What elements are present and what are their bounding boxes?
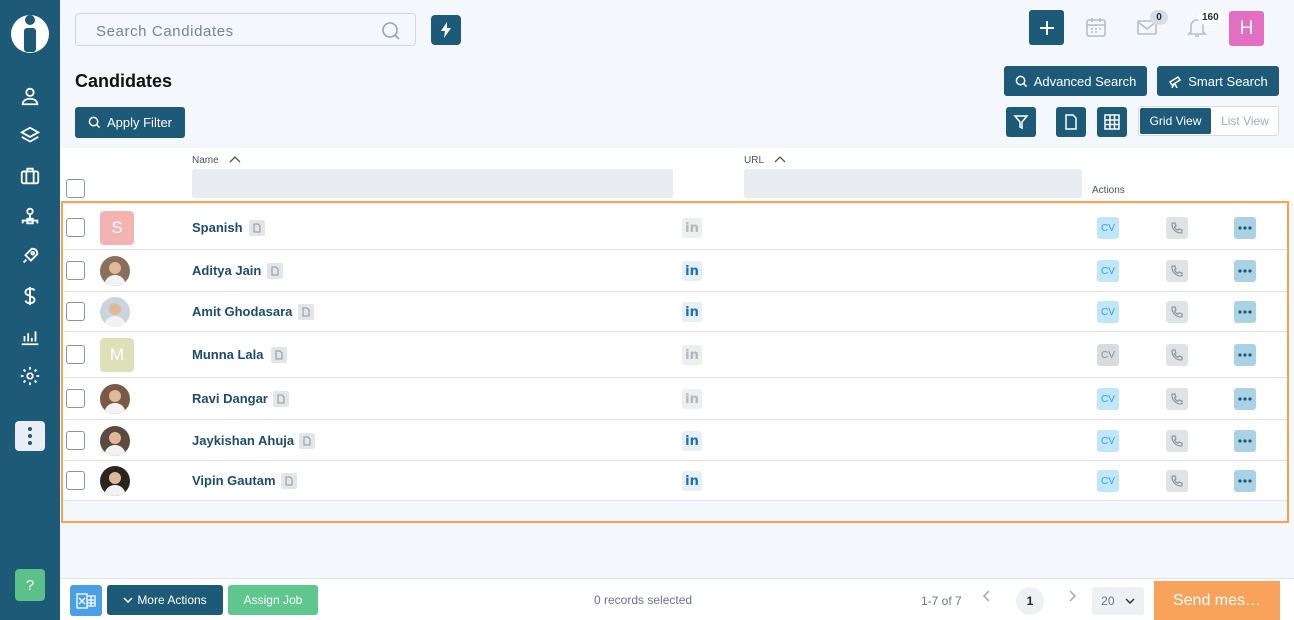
plus-icon: [1039, 20, 1054, 35]
select-all-checkbox[interactable]: [66, 179, 85, 198]
user-avatar[interactable]: H: [1229, 11, 1264, 46]
excel-icon: [76, 592, 96, 609]
more-actions-button[interactable]: More Actions: [107, 585, 223, 615]
telescope-icon: [1169, 75, 1182, 88]
column-name-label: Name: [192, 155, 219, 166]
document-icon: [1065, 114, 1077, 130]
add-button[interactable]: [1029, 10, 1064, 45]
sidebar: ?: [0, 0, 60, 620]
column-name-header[interactable]: Name: [192, 155, 241, 166]
column-url-label: URL: [744, 155, 764, 166]
sort-up-icon: [230, 156, 241, 163]
current-page[interactable]: 1: [1016, 587, 1044, 615]
per-page-select[interactable]: 20: [1092, 587, 1144, 615]
advanced-search-button[interactable]: Advanced Search: [1004, 66, 1147, 96]
smart-search-button[interactable]: Smart Search: [1157, 66, 1279, 96]
calendar-icon[interactable]: [1085, 16, 1109, 40]
column-actions-header: Actions: [1092, 185, 1125, 196]
previous-page-button[interactable]: [982, 589, 990, 607]
rocket-icon[interactable]: [15, 241, 45, 271]
chevron-right-icon: [1069, 590, 1077, 602]
records-selected-text: 0 records selected: [594, 593, 693, 607]
quick-action-button[interactable]: [431, 15, 461, 45]
column-url-header[interactable]: URL: [744, 155, 786, 166]
chevron-down-icon: [123, 597, 133, 603]
name-filter-input[interactable]: [192, 169, 673, 198]
sort-up-icon: [774, 156, 786, 163]
footer-bar: More Actions Assign Job 0 records select…: [60, 578, 1294, 620]
grid-view-button[interactable]: Grid View: [1140, 108, 1211, 134]
search-input[interactable]: Search Candidates: [75, 13, 416, 46]
analytics-icon[interactable]: [15, 321, 45, 351]
page-title: Candidates: [75, 71, 173, 91]
assign-job-button[interactable]: Assign Job: [228, 585, 318, 615]
mail-badge: 0: [1150, 10, 1168, 25]
next-page-button[interactable]: [1069, 589, 1077, 607]
briefcase-icon[interactable]: [15, 161, 45, 191]
url-filter-input[interactable]: [744, 169, 1082, 198]
search-icon: [88, 116, 101, 129]
filter-button[interactable]: [1006, 107, 1036, 137]
more-vertical-icon[interactable]: [15, 421, 45, 451]
table-header: Name URL Actions: [60, 148, 1294, 203]
funnel-icon: [1013, 115, 1029, 130]
advanced-search-label: Advanced Search: [1033, 73, 1137, 89]
list-view-button[interactable]: List View: [1212, 107, 1278, 135]
chevron-left-icon: [982, 590, 990, 602]
layers-icon[interactable]: [15, 121, 45, 151]
search-icon: [382, 22, 400, 40]
dollar-icon[interactable]: [15, 281, 45, 311]
table-icon: [1104, 114, 1120, 130]
view-toggle: Grid View List View: [1138, 106, 1279, 136]
document-button[interactable]: [1056, 107, 1086, 137]
search-icon: [1015, 75, 1027, 87]
export-excel-button[interactable]: [70, 585, 102, 616]
help-button[interactable]: ?: [15, 569, 45, 601]
send-message-button[interactable]: Send mes…: [1154, 581, 1280, 620]
grid-columns-button[interactable]: [1097, 107, 1127, 137]
settings-icon[interactable]: [15, 361, 45, 391]
apply-filter-button[interactable]: Apply Filter: [75, 107, 185, 138]
per-page-value: 20: [1101, 594, 1115, 608]
smart-search-label: Smart Search: [1188, 73, 1268, 89]
apply-filter-label: Apply Filter: [106, 115, 173, 130]
person-icon[interactable]: [15, 81, 45, 111]
more-actions-label: More Actions: [137, 593, 207, 607]
app-logo[interactable]: [10, 10, 50, 54]
chevron-down-icon: [1125, 598, 1135, 604]
search-placeholder: Search Candidates: [96, 23, 234, 40]
pagination-info: 1-7 of 7: [921, 594, 962, 608]
notification-badge: 160: [1198, 10, 1223, 25]
lightning-icon: [441, 22, 451, 38]
org-chart-icon[interactable]: [15, 201, 45, 231]
selection-highlight: [61, 201, 1289, 523]
